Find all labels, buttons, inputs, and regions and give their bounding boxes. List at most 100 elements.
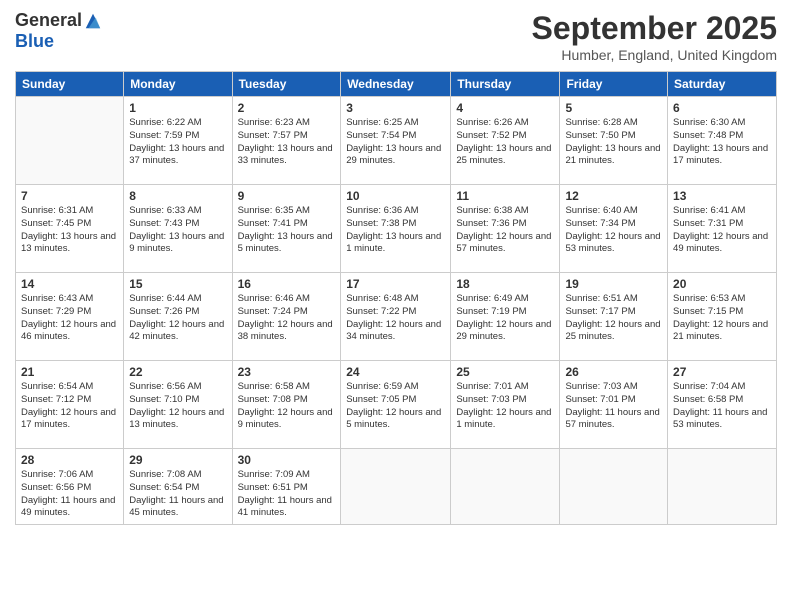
- logo-icon: [84, 12, 102, 30]
- table-row: [16, 97, 124, 185]
- table-row: 2 Sunrise: 6:23 AM Sunset: 7:57 PM Daylig…: [232, 97, 341, 185]
- day-info: Sunrise: 6:44 AM Sunset: 7:26 PM Dayligh…: [129, 293, 226, 344]
- day-number: 21: [21, 365, 118, 379]
- logo-general: General: [15, 10, 82, 31]
- table-row: 18Sunrise: 6:49 AM Sunset: 7:19 PM Dayli…: [451, 273, 560, 361]
- table-row: 11Sunrise: 6:38 AM Sunset: 7:36 PM Dayli…: [451, 185, 560, 273]
- table-row: 21 Sunrise: 6:54 AM Sunset: 7:12 PM Dayli…: [16, 361, 124, 449]
- day-number: 22: [129, 365, 226, 379]
- table-row: [341, 449, 451, 525]
- day-info: Sunrise: 7:06 AM Sunset: 6:56 PM Dayligh…: [21, 469, 118, 520]
- table-row: 7Sunrise: 6:31 AM Sunset: 7:45 PM Daylig…: [16, 185, 124, 273]
- header: General Blue September 2025 Humber, Engl…: [15, 10, 777, 63]
- day-info: Sunrise: 6:58 AM Sunset: 7:08 PM Dayligh…: [238, 381, 336, 432]
- table-row: 22 Sunrise: 6:56 AM Sunset: 7:10 PM Dayli…: [124, 361, 232, 449]
- day-number: 2: [238, 101, 336, 115]
- day-number: 4: [456, 101, 554, 115]
- month-title: September 2025: [532, 10, 777, 47]
- table-row: [451, 449, 560, 525]
- day-info: Sunrise: 6:59 AM Sunset: 7:05 PM Dayligh…: [346, 381, 445, 432]
- calendar-body: 1 Sunrise: 6:22 AM Sunset: 7:59 PM Daylig…: [16, 97, 777, 525]
- day-info: Sunrise: 7:01 AM Sunset: 7:03 PM Dayligh…: [456, 381, 554, 432]
- day-number: 27: [673, 365, 771, 379]
- table-row: 24 Sunrise: 6:59 AM Sunset: 7:05 PM Dayli…: [341, 361, 451, 449]
- day-number: 16: [238, 277, 336, 291]
- day-number: 9: [238, 189, 336, 203]
- day-info: Sunrise: 6:23 AM Sunset: 7:57 PM Dayligh…: [238, 117, 336, 168]
- day-info: Sunrise: 6:53 AM Sunset: 7:15 PM Dayligh…: [673, 293, 771, 344]
- day-number: 18: [456, 277, 554, 291]
- table-row: 5 Sunrise: 6:28 AM Sunset: 7:50 PM Daylig…: [560, 97, 668, 185]
- day-info: Sunrise: 6:48 AM Sunset: 7:22 PM Dayligh…: [346, 293, 445, 344]
- table-row: 10 Sunrise: 6:36 AM Sunset: 7:38 PM Dayli…: [341, 185, 451, 273]
- day-info: Sunrise: 6:30 AM Sunset: 7:48 PM Dayligh…: [673, 117, 771, 168]
- day-info: Sunrise: 6:26 AM Sunset: 7:52 PM Dayligh…: [456, 117, 554, 168]
- day-number: 24: [346, 365, 445, 379]
- header-sunday: Sunday: [16, 72, 124, 97]
- table-row: 17 Sunrise: 6:48 AM Sunset: 7:22 PM Dayli…: [341, 273, 451, 361]
- header-friday: Friday: [560, 72, 668, 97]
- table-row: 25Sunrise: 7:01 AM Sunset: 7:03 PM Dayli…: [451, 361, 560, 449]
- day-info: Sunrise: 7:09 AM Sunset: 6:51 PM Dayligh…: [238, 469, 336, 520]
- table-row: 13 Sunrise: 6:41 AM Sunset: 7:31 PM Dayli…: [668, 185, 777, 273]
- logo-blue: Blue: [15, 31, 54, 52]
- day-info: Sunrise: 7:08 AM Sunset: 6:54 PM Dayligh…: [129, 469, 226, 520]
- table-row: 30 Sunrise: 7:09 AM Sunset: 6:51 PM Dayli…: [232, 449, 341, 525]
- day-info: Sunrise: 6:35 AM Sunset: 7:41 PM Dayligh…: [238, 205, 336, 256]
- day-number: 1: [129, 101, 226, 115]
- header-monday: Monday: [124, 72, 232, 97]
- table-row: 1 Sunrise: 6:22 AM Sunset: 7:59 PM Daylig…: [124, 97, 232, 185]
- table-row: 27 Sunrise: 7:04 AM Sunset: 6:58 PM Dayli…: [668, 361, 777, 449]
- day-number: 6: [673, 101, 771, 115]
- table-row: 20Sunrise: 6:53 AM Sunset: 7:15 PM Dayli…: [668, 273, 777, 361]
- day-info: Sunrise: 6:56 AM Sunset: 7:10 PM Dayligh…: [129, 381, 226, 432]
- day-number: 19: [565, 277, 662, 291]
- day-info: Sunrise: 6:51 AM Sunset: 7:17 PM Dayligh…: [565, 293, 662, 344]
- day-number: 8: [129, 189, 226, 203]
- day-info: Sunrise: 6:25 AM Sunset: 7:54 PM Dayligh…: [346, 117, 445, 168]
- table-row: 28Sunrise: 7:06 AM Sunset: 6:56 PM Dayli…: [16, 449, 124, 525]
- day-info: Sunrise: 6:40 AM Sunset: 7:34 PM Dayligh…: [565, 205, 662, 256]
- day-number: 30: [238, 453, 336, 467]
- header-thursday: Thursday: [451, 72, 560, 97]
- day-info: Sunrise: 6:36 AM Sunset: 7:38 PM Dayligh…: [346, 205, 445, 256]
- title-section: September 2025 Humber, England, United K…: [532, 10, 777, 63]
- calendar: Sunday Monday Tuesday Wednesday Thursday…: [15, 71, 777, 525]
- logo-text: General: [15, 10, 102, 31]
- day-info: Sunrise: 6:41 AM Sunset: 7:31 PM Dayligh…: [673, 205, 771, 256]
- table-row: 23 Sunrise: 6:58 AM Sunset: 7:08 PM Dayli…: [232, 361, 341, 449]
- day-info: Sunrise: 6:33 AM Sunset: 7:43 PM Dayligh…: [129, 205, 226, 256]
- table-row: 16Sunrise: 6:46 AM Sunset: 7:24 PM Dayli…: [232, 273, 341, 361]
- day-info: Sunrise: 6:54 AM Sunset: 7:12 PM Dayligh…: [21, 381, 118, 432]
- table-row: [560, 449, 668, 525]
- day-info: Sunrise: 6:22 AM Sunset: 7:59 PM Dayligh…: [129, 117, 226, 168]
- table-row: 9 Sunrise: 6:35 AM Sunset: 7:41 PM Daylig…: [232, 185, 341, 273]
- table-row: 12 Sunrise: 6:40 AM Sunset: 7:34 PM Dayli…: [560, 185, 668, 273]
- day-number: 5: [565, 101, 662, 115]
- day-info: Sunrise: 6:43 AM Sunset: 7:29 PM Dayligh…: [21, 293, 118, 344]
- table-row: 26Sunrise: 7:03 AM Sunset: 7:01 PM Dayli…: [560, 361, 668, 449]
- day-number: 26: [565, 365, 662, 379]
- day-number: 3: [346, 101, 445, 115]
- day-info: Sunrise: 6:28 AM Sunset: 7:50 PM Dayligh…: [565, 117, 662, 168]
- day-info: Sunrise: 6:31 AM Sunset: 7:45 PM Dayligh…: [21, 205, 118, 256]
- header-wednesday: Wednesday: [341, 72, 451, 97]
- table-row: 14 Sunrise: 6:43 AM Sunset: 7:29 PM Dayli…: [16, 273, 124, 361]
- page: General Blue September 2025 Humber, Engl…: [0, 0, 792, 612]
- day-number: 14: [21, 277, 118, 291]
- day-info: Sunrise: 6:38 AM Sunset: 7:36 PM Dayligh…: [456, 205, 554, 256]
- table-row: 8 Sunrise: 6:33 AM Sunset: 7:43 PM Daylig…: [124, 185, 232, 273]
- table-row: 19 Sunrise: 6:51 AM Sunset: 7:17 PM Dayli…: [560, 273, 668, 361]
- table-row: [668, 449, 777, 525]
- day-number: 13: [673, 189, 771, 203]
- location: Humber, England, United Kingdom: [532, 47, 777, 63]
- table-row: 29Sunrise: 7:08 AM Sunset: 6:54 PM Dayli…: [124, 449, 232, 525]
- day-number: 17: [346, 277, 445, 291]
- day-number: 23: [238, 365, 336, 379]
- day-number: 10: [346, 189, 445, 203]
- day-number: 12: [565, 189, 662, 203]
- day-number: 15: [129, 277, 226, 291]
- logo: General Blue: [15, 10, 102, 52]
- table-row: 6 Sunrise: 6:30 AM Sunset: 7:48 PM Daylig…: [668, 97, 777, 185]
- day-info: Sunrise: 7:04 AM Sunset: 6:58 PM Dayligh…: [673, 381, 771, 432]
